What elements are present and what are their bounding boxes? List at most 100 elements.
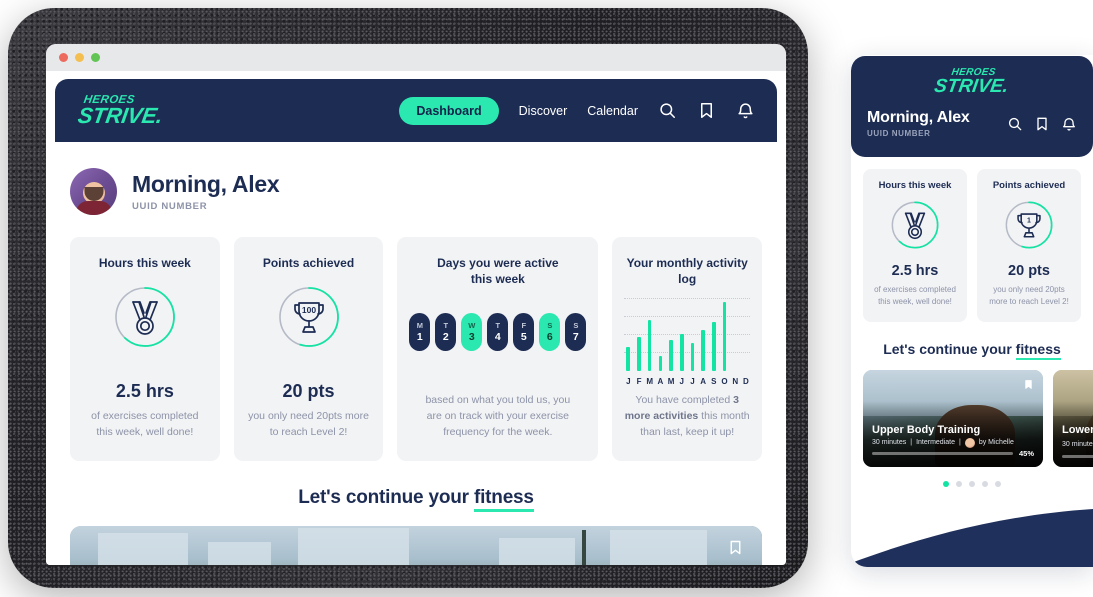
workout-progress xyxy=(1062,454,1093,458)
day-pill-number: 5 xyxy=(520,331,527,344)
mobile-stat-desc-line1: you only need 20pts xyxy=(993,285,1065,294)
day-pill-letter: M xyxy=(416,321,423,331)
day-pill-6[interactable]: S6 xyxy=(539,313,561,352)
day-pill-7[interactable]: S7 xyxy=(565,313,587,352)
mobile-stat-title: Points achieved xyxy=(992,180,1066,191)
trophy-icon: 1 xyxy=(985,200,1073,255)
mobile-workout-carousel[interactable]: Upper Body Training 30 minutes | Interme… xyxy=(851,357,1093,467)
hero-building xyxy=(208,542,271,565)
day-pill-2[interactable]: T2 xyxy=(435,313,457,352)
day-pill-1[interactable]: M1 xyxy=(409,313,431,352)
minimize-button[interactable] xyxy=(75,53,84,62)
stat-card-desc-line1: of exercises completed xyxy=(91,410,199,423)
mobile-stat-card-hours: Hours this week 2.5 hrs of exercises com… xyxy=(863,169,967,322)
day-pill-4[interactable]: T4 xyxy=(487,313,509,352)
avatar[interactable] xyxy=(70,168,117,215)
bookmark-icon[interactable] xyxy=(697,101,716,120)
carousel-dot-4[interactable] xyxy=(982,480,988,487)
mockup-stage: HEROES STRIVE. Dashboard Discover Calend… xyxy=(0,0,1093,597)
chart-x-label: A xyxy=(657,377,664,387)
mobile-stat-card-points: Points achieved 1 20 pts you only need 2… xyxy=(977,169,1081,322)
carousel-dot-3[interactable] xyxy=(969,480,975,487)
chart-gridline xyxy=(624,334,751,336)
bookmark-icon[interactable] xyxy=(1034,116,1050,132)
page-title: Morning, Alex xyxy=(132,171,280,197)
stat-card-desc: you only need 20pts more to reach Level … xyxy=(248,409,369,441)
mobile-heading-underlined: fitness xyxy=(1015,340,1061,360)
mobile-trophy-icon-label: 1 xyxy=(1027,218,1031,225)
chart-desc-pre: You have completed xyxy=(635,394,734,407)
nav-item-calendar[interactable]: Calendar xyxy=(587,104,638,118)
chart-gridline xyxy=(624,298,751,300)
hero-building xyxy=(97,532,188,565)
top-navbar: HEROES STRIVE. Dashboard Discover Calend… xyxy=(55,79,777,142)
chart-x-label: F xyxy=(636,377,642,387)
days-desc-line1: based on what you told us, you xyxy=(425,394,571,407)
user-uuid-label: UUID NUMBER xyxy=(132,201,208,212)
bookmark-icon[interactable] xyxy=(727,539,744,560)
progress-percent: 45% xyxy=(1018,448,1034,458)
workout-level: Intermediate xyxy=(916,439,955,447)
day-pill-number: 3 xyxy=(468,331,475,344)
days-title-line1: Days you were active xyxy=(437,256,559,270)
continue-heading-underlined: fitness xyxy=(473,486,534,512)
workout-author: by Michelle xyxy=(978,439,1014,447)
footer-wave xyxy=(851,497,1093,567)
maximize-button[interactable] xyxy=(91,53,100,62)
stat-card-value: 20 pts xyxy=(282,381,335,402)
chart-x-label: S xyxy=(711,377,717,387)
days-desc-line3: frequency for the week. xyxy=(443,425,553,438)
chart-x-axis-labels: JFMAMJJASOND xyxy=(624,371,750,386)
chart-bar xyxy=(722,302,727,372)
brand-logo[interactable]: HEROES STRIVE. xyxy=(76,94,166,128)
chart-gridline xyxy=(624,316,751,318)
stat-card-title: Points achieved xyxy=(262,256,355,270)
search-icon[interactable] xyxy=(658,101,677,120)
nav-item-dashboard[interactable]: Dashboard xyxy=(399,96,499,125)
mobile-stat-cards: Hours this week 2.5 hrs of exercises com… xyxy=(851,157,1093,322)
bookmark-icon[interactable] xyxy=(1023,377,1034,391)
workout-card[interactable]: Upper Body Training 30 minutes | Interme… xyxy=(863,369,1043,467)
mobile-greeting-row: Morning, Alex UUID NUMBER xyxy=(867,109,1077,138)
chart-desc: You have completed 3 more activities thi… xyxy=(624,393,750,440)
brand-logo-line2: STRIVE. xyxy=(76,102,165,128)
continue-heading-text: Let's continue your xyxy=(298,486,474,508)
bell-icon[interactable] xyxy=(1061,116,1077,132)
search-icon[interactable] xyxy=(1007,116,1023,132)
day-pill-letter: S xyxy=(573,321,579,331)
workout-card[interactable]: Lower B 30 minutes | xyxy=(1053,369,1093,467)
activity-bar-chart: JFMAMJJASOND xyxy=(624,298,751,386)
carousel-dot-1[interactable] xyxy=(943,480,949,487)
day-pill-3[interactable]: W3 xyxy=(461,313,483,352)
chart-bar xyxy=(647,319,652,372)
stat-card-desc: of exercises completed this week, well d… xyxy=(91,409,198,441)
day-pill-number: 1 xyxy=(416,331,423,344)
workout-meta: 30 minutes | xyxy=(1062,441,1093,448)
chart-title: Your monthly activity log xyxy=(626,256,748,287)
bell-icon[interactable] xyxy=(736,101,755,120)
carousel-dots xyxy=(851,467,1093,487)
workout-title: Lower B xyxy=(1062,423,1093,436)
days-desc-line2: are on track with your exercise xyxy=(426,410,570,423)
mobile-page-title: Morning, Alex xyxy=(867,109,970,126)
chart-x-label: N xyxy=(732,377,739,387)
carousel-dot-5[interactable] xyxy=(995,480,1001,487)
close-button[interactable] xyxy=(59,53,68,62)
stat-card-points: Points achieved 100 20 pts you only need… xyxy=(233,237,384,461)
mobile-stat-desc-line1: of exercises completed xyxy=(874,285,956,294)
mobile-stat-desc-line2: more to reach Level 2! xyxy=(989,297,1069,307)
mobile-continue-heading: Let's continue your fitness xyxy=(851,340,1093,360)
workout-progress: 45% xyxy=(872,449,1034,458)
medal-icon xyxy=(871,200,959,255)
day-pill-5[interactable]: F5 xyxy=(513,313,535,352)
day-pill-letter: S xyxy=(547,321,553,331)
carousel-dot-2[interactable] xyxy=(956,480,962,487)
day-pill-group: M1T2W3T4F5S6S7 xyxy=(409,313,587,352)
featured-workout-card[interactable] xyxy=(70,525,762,565)
nav-item-discover[interactable]: Discover xyxy=(519,104,568,118)
chart-gridline xyxy=(624,352,751,354)
mobile-header: HEROES STRIVE. Morning, Alex UUID NUMBER xyxy=(851,56,1093,157)
mobile-brand-logo[interactable]: HEROES STRIVE. xyxy=(865,67,1080,98)
mobile-stat-value: 20 pts xyxy=(1008,263,1050,279)
medal-icon xyxy=(113,285,177,354)
